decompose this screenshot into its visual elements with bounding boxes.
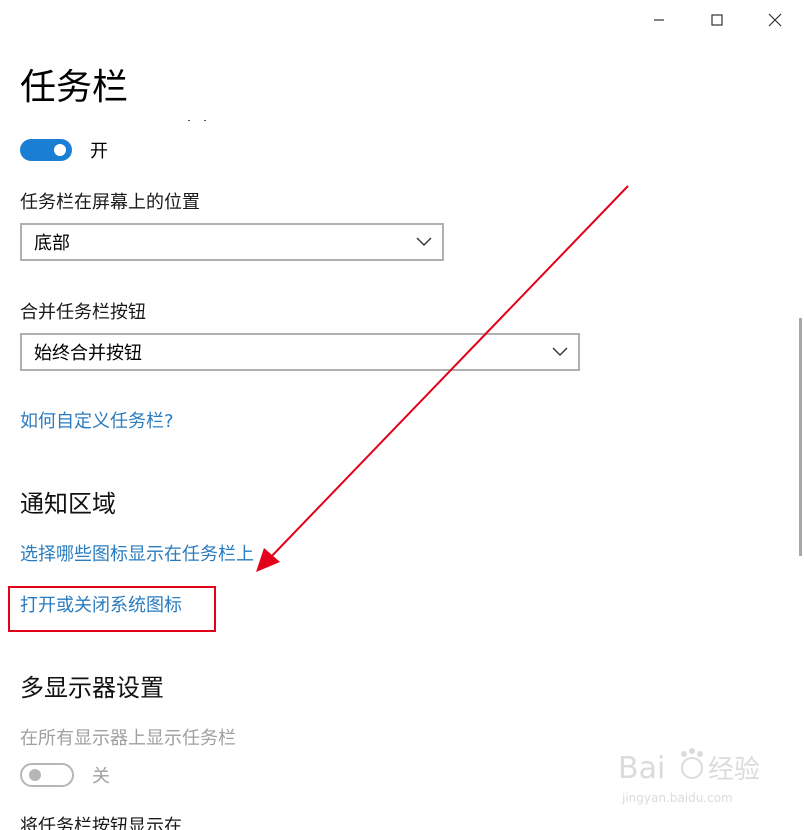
combine-select[interactable]: 始终合并按钮: [20, 333, 580, 371]
select-taskbar-icons-link[interactable]: 选择哪些图标显示在任务栏上: [20, 540, 254, 566]
toggle-knob: [29, 769, 41, 781]
taskbar-buttons-display-label: 将任务栏按钮显示在: [20, 816, 182, 830]
vertical-scrollbar[interactable]: [799, 318, 802, 556]
multi-display-toggle-state-label: 关: [92, 766, 110, 787]
multi-display-heading: 多显示器设置: [20, 674, 164, 702]
page-title: 任务栏: [20, 67, 129, 108]
show-on-all-displays-toggle[interactable]: [20, 763, 74, 787]
chevron-down-icon: [416, 237, 432, 246]
notification-area-heading: 通知区域: [20, 490, 116, 518]
combine-setting-label: 合并任务栏按钮: [20, 302, 146, 323]
position-select-value: 底部: [34, 233, 70, 254]
toggle-knob: [54, 144, 66, 156]
maximize-button[interactable]: [688, 0, 746, 40]
svg-text:jingyan.baidu.com: jingyan.baidu.com: [621, 791, 733, 805]
position-setting-label: 任务栏在屏幕上的位置: [20, 192, 200, 213]
baidu-jingyan-logo: Bai 经验 jingyan.baidu.com: [618, 748, 760, 805]
svg-text:经验: 经验: [708, 755, 760, 785]
show-on-all-displays-label: 在所有显示器上显示任务栏: [20, 728, 236, 749]
minimize-button[interactable]: [630, 0, 688, 40]
taskbar-toggle-switch[interactable]: [20, 139, 72, 161]
scrolled-text-remnant: [186, 113, 216, 121]
toggle-state-label: 开: [90, 141, 108, 162]
multi-display-toggle-row: 关: [20, 762, 110, 788]
close-icon: [768, 13, 782, 27]
close-button[interactable]: [746, 0, 804, 40]
taskbar-toggle-row: 开: [20, 137, 108, 163]
maximize-icon: [711, 14, 723, 26]
annotation-highlight-box: [8, 586, 216, 632]
chevron-down-icon: [552, 347, 568, 356]
customize-taskbar-link[interactable]: 如何自定义任务栏?: [20, 407, 174, 433]
position-select[interactable]: 底部: [20, 223, 444, 261]
svg-text:Bai: Bai: [618, 751, 665, 786]
minimize-icon: [654, 19, 664, 21]
combine-select-value: 始终合并按钮: [34, 343, 142, 364]
window-controls: [630, 0, 804, 40]
